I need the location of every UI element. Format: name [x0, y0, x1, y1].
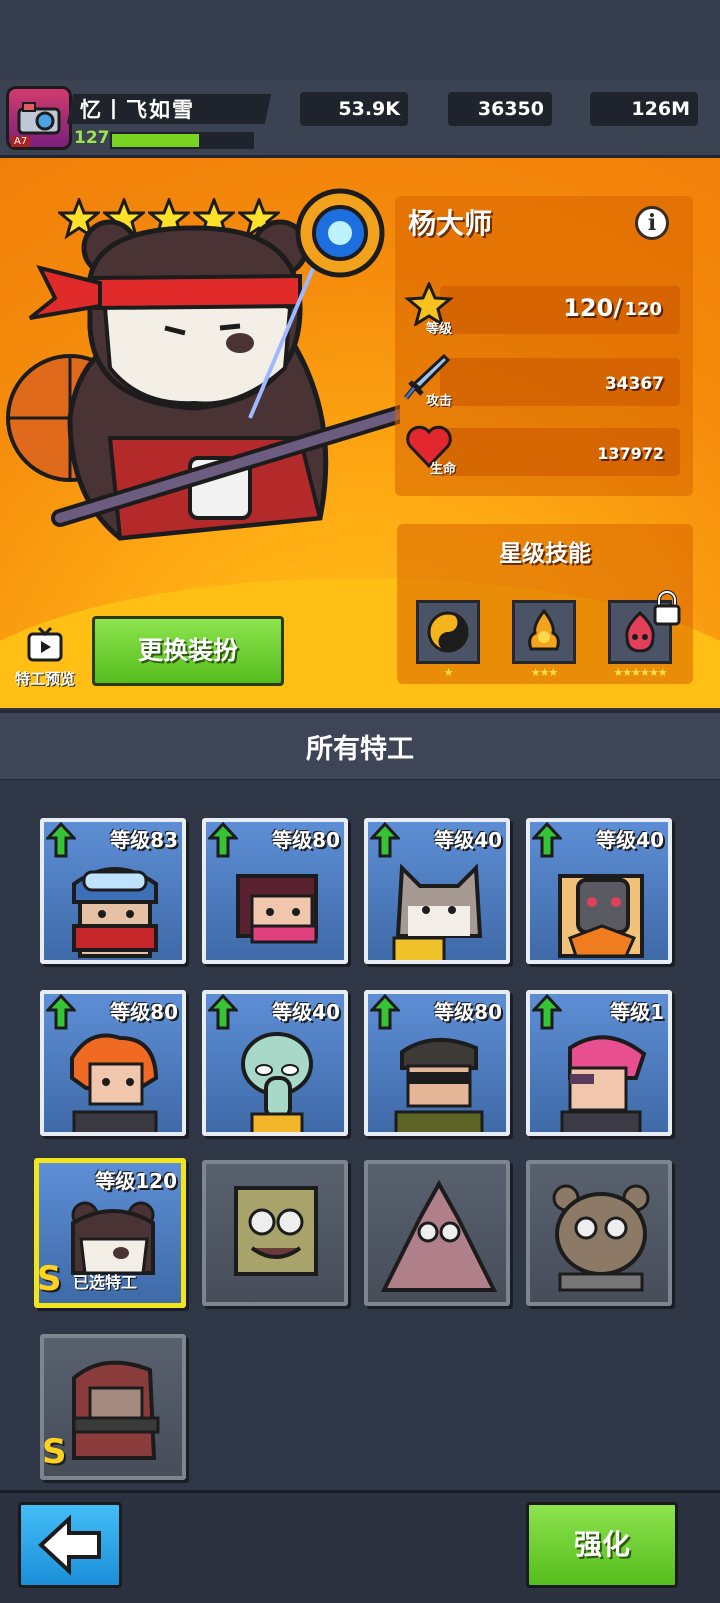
star-skills-title: 星级技能 — [499, 541, 591, 567]
upgrade-arrow-icon — [370, 822, 400, 858]
skill-1-stars: ★ — [443, 666, 454, 679]
agent-card-4[interactable]: 等级40 — [526, 818, 672, 964]
currency-gem-value: 36350 — [477, 98, 544, 120]
agent-card-2[interactable]: 等级80 — [202, 818, 348, 964]
agent-level: 等级40 — [434, 828, 502, 852]
agent-portrait — [558, 874, 644, 958]
skill-slot-2[interactable] — [512, 600, 576, 664]
skill-slot-1[interactable] — [416, 600, 480, 664]
agent-level: 等级40 — [596, 828, 664, 852]
info-icon[interactable]: i — [635, 206, 669, 240]
upgrade-arrow-icon — [46, 822, 76, 858]
rank-s-badge: S — [37, 1259, 62, 1299]
attack-value: 34367 — [604, 374, 664, 394]
back-arrow-icon — [38, 1514, 101, 1576]
agent-portrait — [394, 1038, 484, 1132]
agent-portrait-locked — [72, 1360, 160, 1460]
fire-figure-icon — [528, 608, 560, 651]
agent-level: 等级80 — [110, 1000, 178, 1024]
agent-portrait-locked — [234, 1186, 318, 1276]
agent-portrait-locked — [380, 1179, 498, 1292]
agent-preview-label: 特工预览 — [14, 670, 75, 688]
player-level: 127 — [74, 128, 110, 148]
all-agents-title: 所有特工 — [306, 734, 414, 765]
level-value: 120/ — [563, 294, 622, 322]
agent-level: 等级80 — [434, 1000, 502, 1024]
yin-yang-icon — [427, 611, 469, 653]
agent-portrait — [560, 1035, 647, 1132]
skill-2-stars: ★★★ — [530, 666, 559, 679]
upgrade-arrow-icon — [46, 994, 76, 1030]
agent-portrait-locked — [552, 1184, 650, 1292]
agent-level: 等级40 — [272, 1000, 340, 1024]
agent-card-1[interactable]: 等级83 — [40, 818, 186, 964]
agent-card-selected[interactable]: 等级120 S 已选特工 — [34, 1158, 186, 1308]
upgrade-arrow-icon — [208, 994, 238, 1030]
avatar-badge: A7 — [11, 136, 31, 147]
change-outfit-button[interactable]: 更换装扮 — [92, 616, 284, 686]
agent-card-3[interactable]: 等级40 — [364, 818, 510, 964]
hp-label: 生命 — [430, 462, 457, 477]
hero-panda-illustration — [6, 188, 400, 541]
currency-gold-value: 126M — [631, 98, 690, 120]
agent-portrait — [392, 863, 483, 960]
back-button[interactable] — [18, 1502, 122, 1588]
upgrade-arrow-icon — [370, 994, 400, 1030]
player-avatar[interactable]: A7 — [6, 86, 72, 150]
currency-droplet[interactable]: 53.9K — [300, 92, 408, 126]
agent-card-locked-2[interactable] — [364, 1160, 510, 1306]
selected-agent-label: 已选特工 — [73, 1273, 138, 1292]
agent-card-7[interactable]: 等级80 — [364, 990, 510, 1136]
lock-icon — [653, 590, 681, 626]
agent-card-locked-3[interactable] — [526, 1160, 672, 1306]
agent-card-8[interactable]: 等级1 — [526, 990, 672, 1136]
agent-card-5[interactable]: 等级80 — [40, 990, 186, 1136]
status-bar-area — [0, 0, 720, 80]
upgrade-button[interactable]: 强化 — [526, 1502, 678, 1588]
xp-bar-fill — [112, 134, 199, 147]
currency-gold[interactable]: 126M — [590, 92, 698, 126]
upgrade-arrow-icon — [208, 822, 238, 858]
hero-name: 杨大师 — [408, 207, 493, 240]
agent-preview-button[interactable]: 特工预览 — [8, 626, 82, 689]
camera-robot-icon — [17, 102, 61, 135]
player-header: A7 忆丨飞如雪 127 53.9K 36350 126M — [0, 80, 720, 210]
agent-portrait — [236, 874, 318, 944]
tv-preview-icon — [27, 626, 63, 662]
skill-3-stars: ★★★★★★ — [613, 666, 667, 679]
agent-level: 等级80 — [272, 828, 340, 852]
agent-card-locked-1[interactable] — [202, 1160, 348, 1306]
attack-label: 攻击 — [426, 394, 453, 409]
agent-card-6[interactable]: 等级40 — [202, 990, 348, 1136]
player-name: 忆丨飞如雪 — [80, 98, 195, 122]
agent-card-locked-4[interactable]: S — [40, 1334, 186, 1480]
level-max: 120 — [624, 299, 662, 320]
agent-portrait — [72, 867, 158, 958]
currency-droplet-value: 53.9K — [338, 98, 400, 120]
agent-level: 等级83 — [110, 828, 178, 852]
currency-gem[interactable]: 36350 — [448, 92, 552, 126]
level-label: 等级 — [426, 322, 453, 337]
rank-s-badge: S — [42, 1432, 67, 1472]
agent-level: 等级1 — [610, 1000, 664, 1024]
agent-level: 等级120 — [95, 1169, 177, 1193]
upgrade-arrow-icon — [532, 994, 562, 1030]
hp-value: 137972 — [597, 444, 664, 463]
upgrade-arrow-icon — [532, 822, 562, 858]
xp-bar — [110, 132, 254, 149]
agent-portrait — [241, 1032, 313, 1132]
agent-portrait — [70, 1033, 159, 1132]
